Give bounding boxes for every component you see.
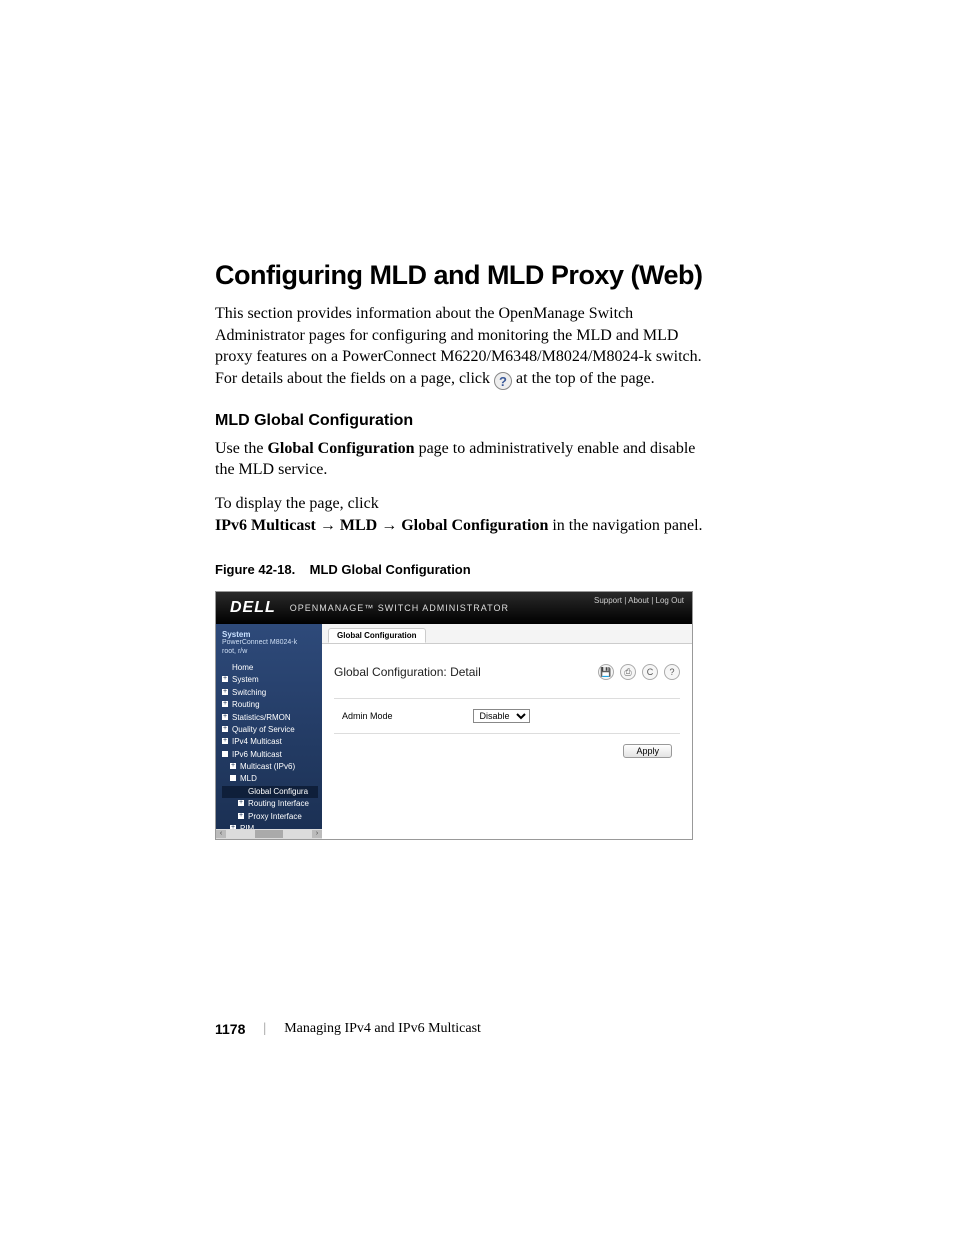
sidebar-item-ipv6mc[interactable]: IPv6 Multicast [222, 749, 318, 761]
sidebar-scrollbar[interactable]: ‹ › [216, 829, 322, 839]
sidebar-item-stats[interactable]: Statistics/RMON [222, 712, 318, 724]
sidebar-item-proxy-if[interactable]: Proxy Interface [222, 811, 318, 823]
sidebar-item-ipv4mc[interactable]: IPv4 Multicast [222, 736, 318, 748]
intro-text-after: at the top of the page. [516, 370, 655, 387]
footer-separator: | [263, 1021, 266, 1037]
help-panel-icon[interactable]: ? [664, 664, 680, 680]
admin-mode-label: Admin Mode [342, 711, 393, 721]
screenshot-figure: DELL OPENMANAGE™ SWITCH ADMINISTRATOR Su… [215, 591, 693, 840]
paragraph-use-global: Use the Global Configuration page to adm… [215, 438, 714, 481]
scroll-right-icon[interactable]: › [312, 830, 322, 838]
save-icon[interactable]: 💾 [598, 664, 614, 680]
subheading: MLD Global Configuration [215, 412, 714, 430]
dell-logo: DELL [216, 599, 290, 617]
app-header: DELL OPENMANAGE™ SWITCH ADMINISTRATOR Su… [216, 592, 692, 624]
nav-sidebar: System PowerConnect M8024-k root, r/w Ho… [216, 624, 322, 839]
page-heading: Configuring MLD and MLD Proxy (Web) [215, 260, 714, 291]
scroll-thumb[interactable] [255, 830, 283, 838]
header-links[interactable]: Support | About | Log Out [594, 596, 684, 605]
help-icon: ? [494, 372, 512, 390]
field-admin-mode: Admin Mode Disable [334, 698, 680, 734]
sidebar-item-global-config[interactable]: Global Configura [222, 786, 318, 798]
sidebar-item-mld[interactable]: MLD [222, 773, 318, 785]
intro-paragraph: This section provides information about … [215, 303, 714, 390]
apply-button[interactable]: Apply [623, 744, 672, 758]
main-panel: Global Configuration Global Configuratio… [322, 624, 692, 839]
page-footer: 1178 | Managing IPv4 and IPv6 Multicast [215, 1021, 481, 1037]
scroll-left-icon[interactable]: ‹ [216, 830, 226, 838]
sidebar-item-routing[interactable]: Routing [222, 699, 318, 711]
chapter-title: Managing IPv4 and IPv6 Multicast [284, 1021, 481, 1037]
sidebar-item-multicast-ipv6[interactable]: Multicast (IPv6) [222, 761, 318, 773]
print-icon[interactable]: ⎙ [620, 664, 636, 680]
figure-caption: Figure 42-18. MLD Global Configuration [215, 562, 714, 577]
sidebar-model: PowerConnect M8024-k root, r/w [222, 639, 318, 656]
panel-title: Global Configuration: Detail [334, 665, 481, 679]
page-number: 1178 [215, 1021, 245, 1037]
tab-global-config[interactable]: Global Configuration [328, 628, 426, 643]
app-title: OPENMANAGE™ SWITCH ADMINISTRATOR [290, 603, 509, 613]
sidebar-system-label: System [222, 630, 318, 639]
refresh-icon[interactable]: C [642, 664, 658, 680]
sidebar-item-routing-if[interactable]: Routing Interface [222, 798, 318, 810]
sidebar-item-switching[interactable]: Switching [222, 687, 318, 699]
sidebar-item-qos[interactable]: Quality of Service [222, 724, 318, 736]
paragraph-navigate: To display the page, click IPv6 Multicas… [215, 493, 714, 536]
sidebar-item-system[interactable]: System [222, 674, 318, 686]
tab-row: Global Configuration [322, 624, 692, 644]
admin-mode-select[interactable]: Disable [473, 709, 530, 723]
sidebar-item-home[interactable]: Home [222, 662, 318, 674]
